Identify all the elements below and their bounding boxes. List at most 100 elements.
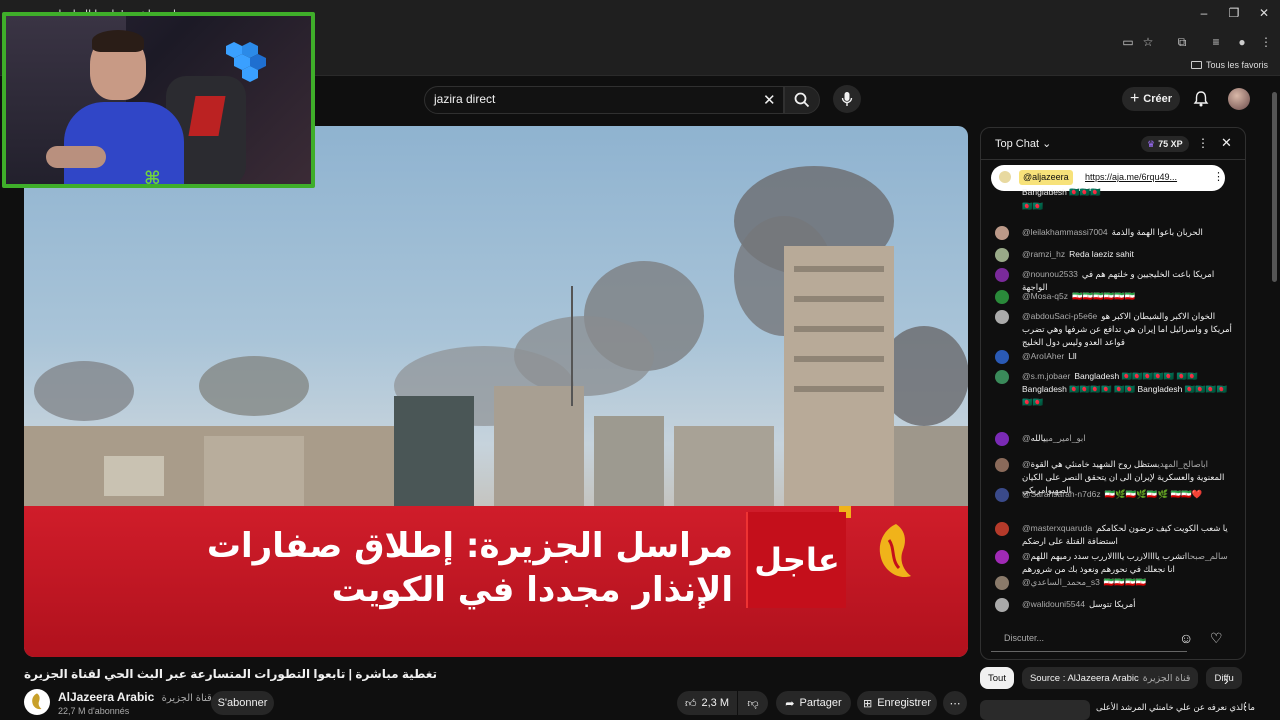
chat-message[interactable]: @walidouni5544 أمريكا تتوسل: [995, 598, 1235, 612]
search-input[interactable]: jazira direct: [434, 92, 495, 106]
chat-mode-dropdown[interactable]: Top Chat ⌄: [995, 137, 1051, 150]
chat-message[interactable]: @leilakhammassi7004 الحربان باعوا الهمة و…: [995, 226, 1235, 240]
chat-message[interactable]: @s.m.jobaer Bangladesh 🇧🇩🇧🇩🇧🇩🇧🇩🇧🇩 🇧🇩🇧🇩 Ba…: [995, 370, 1235, 409]
chat-message[interactable]: @abdouSaci-p5e6e الخوان الاكبر والشيطان ا…: [995, 310, 1235, 349]
save-icon: ⊞: [862, 697, 873, 710]
share-button[interactable]: ➦ Partager: [776, 691, 851, 715]
chip-source[interactable]: Source : AlJazeera Arabic قناة الجزيرة: [1021, 667, 1199, 689]
chat-author: @AroIAher: [1022, 351, 1065, 361]
live-chat-panel: Top Chat ⌄ ♛ 75 XP ⋮ ✕ @aljazeera https:…: [980, 127, 1246, 660]
streamer-webcam: ⌘: [2, 12, 315, 188]
chat-author: @ramzi_hz: [1022, 249, 1066, 259]
chat-text: أمريكا تتوسل: [1088, 599, 1136, 609]
close-window-icon[interactable]: ✕: [1254, 6, 1274, 20]
chat-author-avatar: [995, 370, 1009, 384]
streamer-logo-icon: ⌘: [144, 168, 161, 188]
thumbs-down-icon: 👎︎: [747, 697, 759, 710]
xp-value: 75 XP: [1158, 139, 1183, 149]
chat-author: @abdouSaci-p5e6e: [1022, 311, 1098, 321]
chat-title: Top Chat: [995, 138, 1040, 150]
breaking-news-banner: مراسل الجزيرة: إطلاق صفارات الإنذار مجدد…: [24, 506, 968, 657]
dislike-button[interactable]: 👎︎: [738, 691, 768, 715]
subscribe-button[interactable]: S'abonner: [211, 691, 274, 715]
microphone-icon: [841, 92, 853, 106]
channel-name-ar: قناة الجزيرة: [161, 693, 212, 704]
chat-text: Bangladesh 🇧🇩🇧🇩🇧🇩: [1022, 187, 1102, 197]
profile-icon[interactable]: ●: [1234, 35, 1250, 49]
chip-all[interactable]: Tout: [980, 667, 1014, 689]
video-player[interactable]: مراسل الجزيرة: إطلاق صفارات الإنذار مجدد…: [24, 126, 968, 657]
create-button[interactable]: + Créer: [1122, 87, 1180, 111]
chat-menu-icon[interactable]: ⋮: [1197, 136, 1209, 150]
save-label: Enregistrer: [877, 697, 931, 709]
more-actions-button[interactable]: ⋯: [943, 691, 967, 715]
chat-author-avatar: [995, 550, 1009, 564]
page-scrollbar[interactable]: [1272, 92, 1277, 282]
chat-message[interactable]: @Mosa-q5z 🇮🇷🇮🇷🇮🇷🇮🇷🇮🇷🇮🇷: [995, 290, 1235, 304]
chat-message[interactable]: @Sarahsarah-n7d6z 🇮🇷🌿🇮🇷🌿🇮🇷🌿 🇮🇷🇮🇷❤️: [995, 488, 1235, 502]
chat-author-avatar: [995, 432, 1009, 446]
clear-search-icon[interactable]: ✕: [763, 91, 776, 109]
chat-author-avatar: [995, 290, 1009, 304]
chat-message[interactable]: @سالم_صبحااتشرب ياااالاررب ياااالاررب سد…: [995, 550, 1235, 576]
like-button[interactable]: 👍︎ 2,3 M: [677, 691, 737, 715]
chat-message[interactable]: @ابو_امير_مييالله: [995, 432, 1235, 446]
extensions-icon[interactable]: ⧉: [1174, 35, 1190, 50]
related-video-title[interactable]: ما الذي نعرفه عن علي خامنئي المرشد الأعل…: [1096, 702, 1255, 713]
chat-author-avatar: [995, 458, 1009, 472]
chat-author-avatar: [995, 310, 1009, 324]
chat-author-avatar: [995, 350, 1009, 364]
minimize-icon[interactable]: –: [1194, 6, 1214, 20]
chat-author-avatar: [995, 268, 1009, 282]
heart-icon[interactable]: ♡: [1210, 630, 1223, 647]
subscriber-count: 22,7 M d'abonnés: [58, 706, 130, 716]
chat-text: يالله: [1030, 433, 1046, 443]
more-horizontal-icon: ⋯: [949, 697, 961, 710]
voice-search-button[interactable]: [833, 85, 861, 113]
cast-icon[interactable]: ▭: [1120, 35, 1136, 49]
channel-name-en: AlJazeera Arabic: [58, 690, 155, 704]
related-menu-icon[interactable]: ⋮: [1240, 700, 1251, 713]
media-icon[interactable]: ≡: [1208, 35, 1224, 49]
all-bookmarks[interactable]: Tous les favoris: [1190, 60, 1268, 70]
channel-avatar[interactable]: [24, 689, 50, 715]
xp-badge[interactable]: ♛ 75 XP: [1141, 136, 1189, 152]
chat-message[interactable]: @masterxquaruda يا شعب الكويت كيف ترضون ل…: [995, 522, 1235, 548]
chevron-down-icon: ⌄: [1042, 138, 1052, 150]
emoji-icon[interactable]: ☺: [1179, 630, 1193, 646]
chip-source-label: Source : AlJazeera Arabic: [1029, 672, 1139, 684]
search-button[interactable]: [784, 86, 820, 114]
video-title: تغطية مباشرة | تابعوا التطورات المتسارعة…: [24, 667, 438, 681]
channel-logo-icon: [32, 693, 42, 710]
notifications-bell-icon[interactable]: [1192, 90, 1210, 108]
banner-headline-line2: الإنذار مجددا في الكويت: [331, 570, 733, 610]
save-button[interactable]: ⊞ Enregistrer: [857, 691, 937, 715]
chat-author: @s.m.jobaer: [1022, 371, 1071, 381]
chat-message[interactable]: 🇧🇩🇧🇩: [995, 200, 1235, 213]
chat-author: @leilakhammassi7004: [1022, 227, 1108, 237]
aljazeera-logo-icon: [866, 518, 926, 588]
close-chat-icon[interactable]: ✕: [1221, 135, 1232, 151]
bookmark-star-icon[interactable]: ☆: [1140, 35, 1156, 49]
related-filter-chips: Tout Source : AlJazeera Arabic قناة الجز…: [980, 667, 1242, 689]
related-video-thumbnail[interactable]: [980, 700, 1090, 720]
pinned-link[interactable]: https://aja.me/6rqu49...: [1085, 172, 1177, 182]
chat-text: اتشرب ياااالاررب ياااالاررب سدد رميهم ال…: [1022, 551, 1188, 574]
chevron-right-icon[interactable]: ›: [1224, 672, 1229, 688]
channel-name[interactable]: AlJazeera Arabic قناة الجزيرة ✔: [58, 690, 223, 704]
chat-author: @Mosa-q5z: [1022, 291, 1068, 301]
account-avatar[interactable]: [1228, 88, 1250, 110]
pinned-menu-icon[interactable]: ⋮: [1213, 170, 1224, 183]
crown-icon: ♛: [1147, 138, 1156, 149]
chat-text: 🇮🇷🌿🇮🇷🌿🇮🇷🌿 🇮🇷🇮🇷❤️: [1104, 489, 1203, 499]
chat-input[interactable]: Discuter...: [991, 628, 1187, 652]
chat-message[interactable]: @ramzi_hz Reda laeziz sahit: [995, 248, 1235, 262]
restore-icon[interactable]: ❐: [1224, 6, 1244, 20]
share-label: Partager: [799, 697, 842, 709]
streamer-hair: [92, 30, 144, 52]
chat-message[interactable]: @AroIAher Lll: [995, 350, 1235, 364]
chat-message[interactable]: Bangladesh 🇧🇩🇧🇩🇧🇩: [995, 186, 1235, 199]
chat-message[interactable]: @محمد_الساعدي_s3 🇮🇷🇮🇷🇮🇷🇮🇷: [995, 576, 1235, 590]
browser-menu-icon[interactable]: ⋮: [1258, 35, 1274, 49]
plus-icon: +: [1129, 90, 1140, 107]
